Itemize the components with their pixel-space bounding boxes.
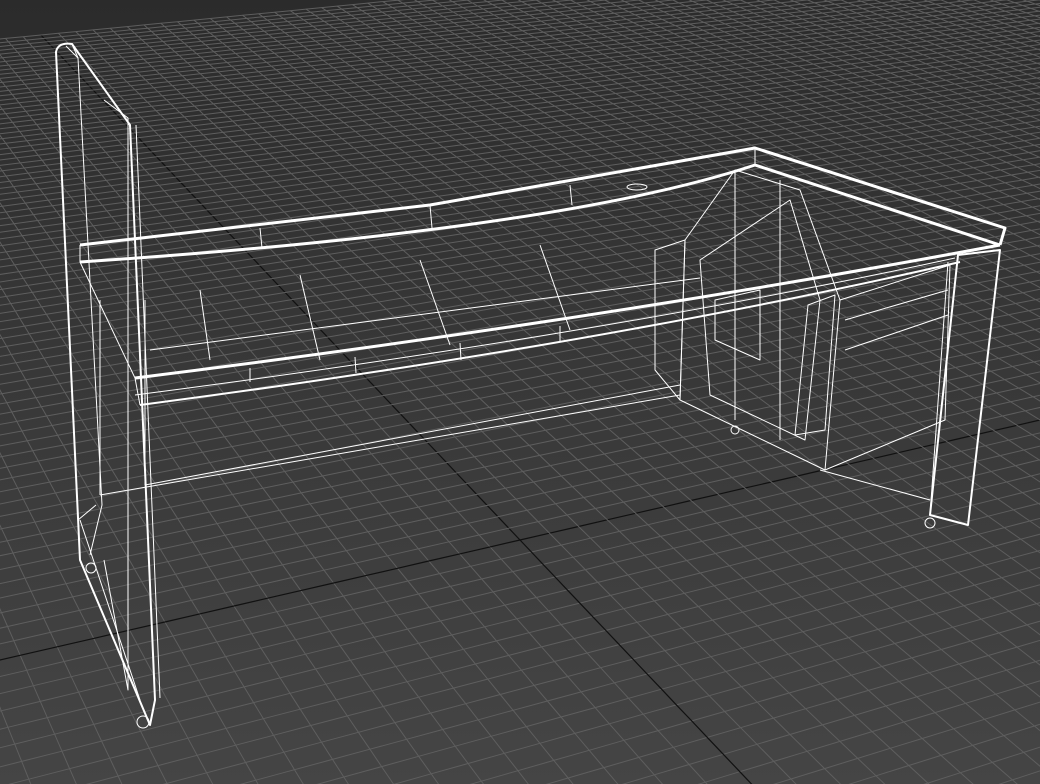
leveling-feet — [85, 425, 936, 729]
rear-rail — [99, 300, 681, 496]
3d-viewport[interactable] — [0, 0, 1040, 784]
desk-top[interactable] — [79, 146, 1007, 406]
left-panel-leg[interactable] — [55, 42, 161, 726]
desk-wireframe-model[interactable] — [0, 0, 1040, 784]
right-leg[interactable] — [819, 249, 1001, 526]
